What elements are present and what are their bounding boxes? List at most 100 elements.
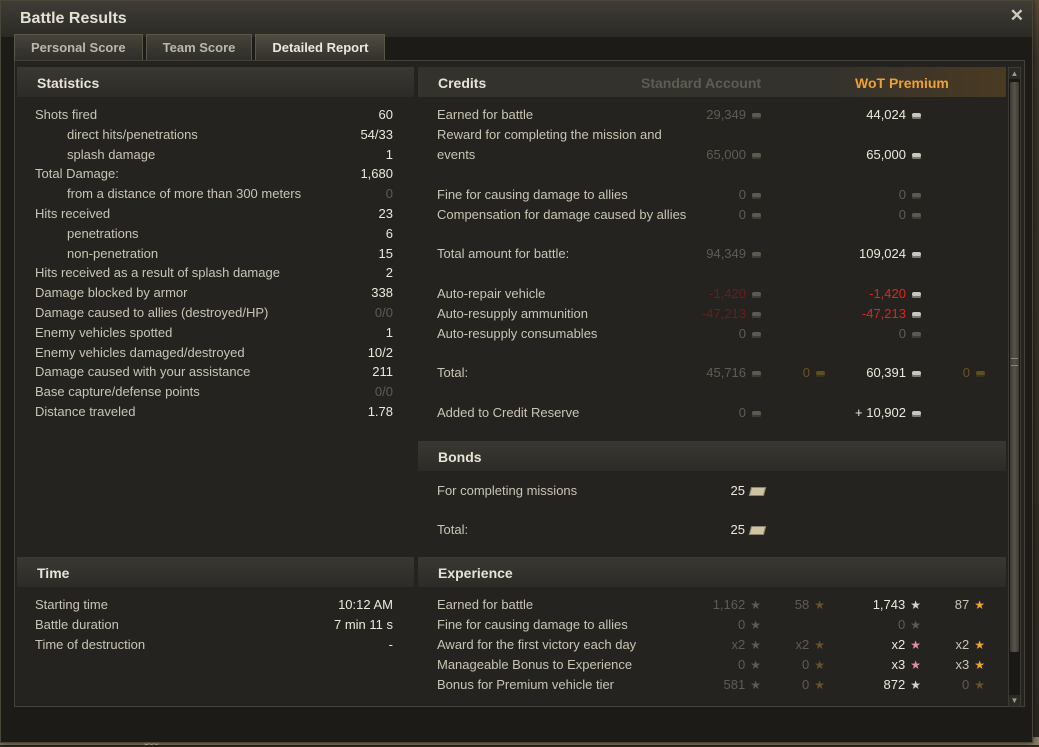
credits-icon (912, 212, 921, 219)
std-free-xp: 0 ★ (802, 657, 825, 672)
bond-icon (748, 487, 767, 497)
wot-premium-column: WoT Premium (855, 75, 949, 91)
credits-icon (752, 331, 761, 338)
prem-xp: 0 ★ (898, 617, 921, 632)
credits-icon (752, 192, 761, 199)
row-label: splash damage (67, 146, 156, 162)
tab-detailed-report[interactable]: Detailed Report (255, 34, 386, 60)
row-label: Distance traveled (35, 404, 136, 419)
row-value: 10:12 AM (338, 597, 393, 612)
free-xp-star-icon: ★ (814, 638, 825, 652)
std-value: 45,716 (706, 365, 761, 380)
credits-icon (752, 311, 761, 318)
row-label: Total: (437, 522, 469, 537)
free-xp-star-icon: ★ (814, 678, 825, 692)
prem-xp: x2 ★ (891, 637, 922, 652)
row-label: Damage blocked by armor (35, 285, 188, 301)
prem-free-xp: 0 ★ (962, 677, 985, 692)
scroll-down-icon[interactable]: ▼ (1009, 695, 1020, 706)
tab-bar: Personal Score Team Score Detailed Repor… (14, 34, 386, 60)
credits-title: Credits (438, 75, 487, 91)
credits-icon (752, 410, 761, 417)
row-value: 1.78 (367, 404, 393, 419)
std-value: 0 (739, 405, 761, 420)
battle-results-window: Battle Results ✕ Personal Score Team Sco… (0, 0, 1033, 743)
bonds-title: Bonds (438, 449, 482, 465)
credits-reward-row: Reward for completing the mission and ev… (437, 127, 987, 167)
row-label: Manageable Bonus to Experience (437, 657, 633, 672)
window-title: Battle Results (20, 10, 127, 27)
credits-icon (752, 152, 761, 159)
prem-value: 0 (899, 207, 921, 222)
std-value: 0 (739, 187, 761, 202)
tab-team-score[interactable]: Team Score (145, 34, 253, 60)
close-icon[interactable]: ✕ (1010, 6, 1024, 26)
row-label: Total amount for battle: (437, 246, 570, 261)
credits-icon (752, 251, 761, 258)
std-value: 65,000 (706, 147, 761, 162)
std-value: 0 (739, 207, 761, 222)
free-xp-star-icon: ★ (814, 598, 825, 612)
scrollbar[interactable]: ▲ ▼ (1008, 67, 1021, 707)
prem-xp: 872 ★ (883, 677, 921, 692)
row-value: 60 (378, 107, 393, 122)
row-label: Hits received (35, 206, 111, 221)
row-label: Enemy vehicles spotted (35, 324, 173, 340)
row-value: 2 (385, 265, 393, 281)
row-label: Bonus for Premium vehicle tier (437, 677, 615, 692)
prem-value: 44,024 (866, 107, 921, 122)
free-xp-star-icon: ★ (814, 658, 825, 672)
row-label: Fine for causing damage to allies (437, 617, 628, 632)
credits-icon (912, 112, 921, 119)
gold-icon (976, 370, 985, 377)
credits-icon (752, 291, 761, 298)
row-value: 1,680 (360, 166, 393, 182)
row-label: Damage caused with your assistance (35, 364, 251, 380)
scroll-thumb[interactable] (1010, 82, 1019, 652)
credits-icon (912, 311, 921, 318)
row-label: Earned for battle (437, 107, 534, 122)
prem-value: 0 (899, 326, 921, 341)
credits-icon (912, 152, 921, 159)
row-label: Battle duration (35, 617, 119, 632)
bonds-value: 25 (731, 483, 767, 498)
row-label: Reward for completing the mission and (437, 127, 662, 142)
bonds-value: 25 (731, 522, 767, 537)
free-xp-star-icon: ★ (974, 678, 985, 692)
scroll-up-icon[interactable]: ▲ (1009, 68, 1020, 79)
credits-header: Credits Standard Account WoT Premium (418, 67, 1006, 97)
prem-gold-value: 0 (963, 365, 985, 380)
prem-xp: x3 ★ (891, 657, 922, 672)
prem-value: -1,420 (869, 286, 921, 301)
row-value: 6 (385, 225, 393, 241)
tab-personal-score[interactable]: Personal Score (14, 34, 143, 60)
row-value: 15 (378, 245, 393, 261)
row-label: Earned for battle (437, 597, 534, 612)
row-label: Auto-resupply ammunition (437, 306, 589, 321)
row-label: Compensation for damage caused by allies (437, 207, 687, 222)
std-free-xp: 0 ★ (802, 677, 825, 692)
prem-free-xp: 87 ★ (954, 597, 985, 612)
xp-star-icon: ★ (910, 618, 921, 632)
prem-xp: 1,743 ★ (872, 597, 921, 612)
std-xp: 1,162 ★ (712, 597, 761, 612)
row-label: Auto-repair vehicle (437, 286, 546, 301)
prem-free-xp: x2 ★ (955, 637, 986, 652)
std-value: 29,349 (706, 107, 761, 122)
prem-value: 65,000 (866, 147, 921, 162)
row-label: Enemy vehicles damaged/destroyed (35, 344, 245, 360)
std-xp: 581 ★ (723, 677, 761, 692)
std-xp: 0 ★ (738, 617, 761, 632)
experience-header: Experience (418, 557, 1006, 587)
xp-star-icon: ★ (750, 598, 761, 612)
credits-icon (912, 291, 921, 298)
free-xp-star-icon: ★ (974, 598, 985, 612)
row-label: Shots fired (35, 107, 98, 122)
experience-title: Experience (438, 565, 513, 581)
row-label: Damage caused to allies (destroyed/HP) (35, 305, 269, 320)
row-value: 0 (385, 186, 393, 202)
row-value: 54/33 (360, 126, 393, 142)
bond-icon (748, 526, 767, 536)
row-value: - (388, 637, 393, 652)
statistics-title: Statistics (37, 75, 100, 91)
